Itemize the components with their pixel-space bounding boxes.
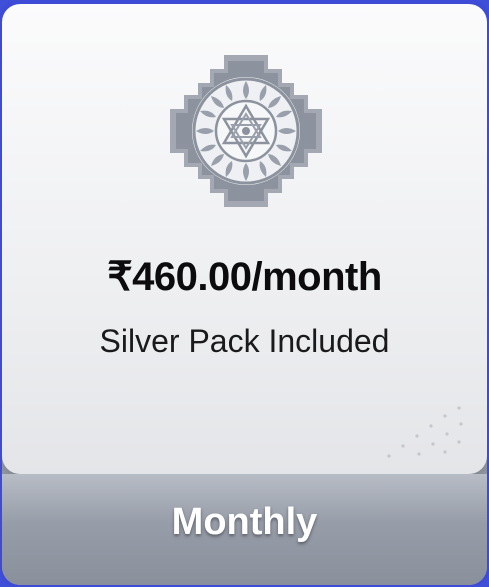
plan-card-top-panel: ₹460.00/month Silver Pack Included (2, 4, 487, 474)
yantra-emblem-icon (170, 55, 322, 207)
plan-card-body[interactable]: ₹460.00/month Silver Pack Included Month… (2, 4, 487, 585)
plan-card[interactable]: ₹460.00/month Silver Pack Included Month… (0, 0, 489, 587)
plan-name-label: Monthly (171, 501, 318, 543)
decorative-dots-icon (387, 406, 463, 458)
plan-subtitle: Silver Pack Included (99, 323, 390, 359)
plan-price: ₹460.00/month (107, 255, 382, 299)
